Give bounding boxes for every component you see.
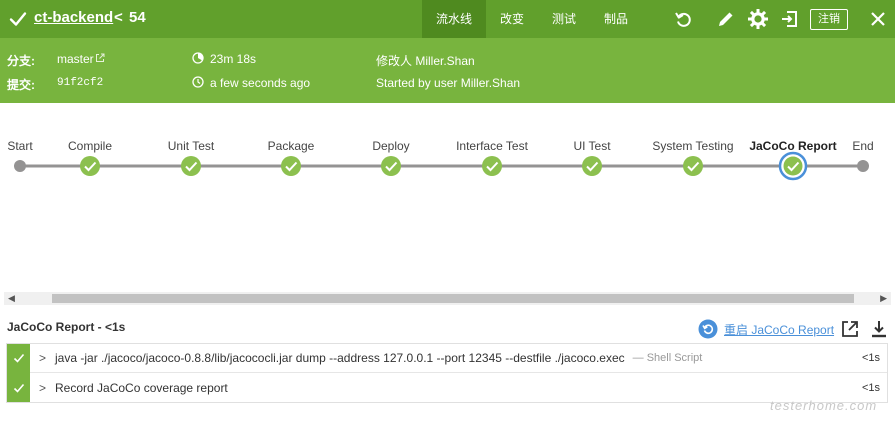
horizontal-scrollbar[interactable]: ◀ ▶ [4, 292, 891, 305]
restart-stage-button[interactable]: 重启 JaCoCo Report [698, 319, 834, 339]
tab-artifacts[interactable]: 制品 [590, 0, 642, 38]
clock-icon [192, 76, 204, 88]
header-tabs: 流水线 改变 测试 制品 [422, 0, 642, 38]
branch-value[interactable]: master [57, 52, 94, 66]
branch-label: 分支: [7, 54, 35, 68]
restart-label[interactable]: 重启 JaCoCo Report [724, 321, 834, 338]
rerun-icon[interactable] [673, 9, 693, 29]
step-type: — Shell Script [632, 352, 703, 364]
stage-node-interface-test[interactable] [482, 156, 502, 176]
external-link-icon[interactable] [95, 53, 105, 63]
success-check-icon [9, 12, 27, 26]
step-row[interactable]: > Record JaCoCo coverage report <1s [7, 373, 887, 402]
tab-pipeline[interactable]: 流水线 [422, 0, 487, 38]
scroll-left-arrow-icon[interactable]: ◀ [8, 293, 15, 304]
step-row[interactable]: > java -jar ./jacoco/jacoco-0.8.8/lib/ja… [7, 343, 887, 373]
stage-node-deploy[interactable] [381, 156, 401, 176]
step-duration: <1s [861, 381, 880, 394]
step-list: > java -jar ./jacoco/jacoco-0.8.8/lib/ja… [6, 343, 888, 403]
step-status-success [7, 343, 30, 373]
step-status-success [7, 373, 30, 402]
chevron-right-icon[interactable]: > [39, 351, 46, 365]
step-command: java -jar ./jacoco/jacoco-0.8.8/lib/jaco… [55, 351, 625, 365]
stage-node-jacoco-report-selected[interactable] [778, 151, 808, 181]
logout-button[interactable]: 注销 [810, 9, 848, 30]
download-icon[interactable] [870, 320, 888, 338]
watermark: testerhome.com [770, 398, 878, 413]
end-node [857, 160, 869, 172]
check-icon [13, 353, 24, 363]
duration-value: 23m 18s [210, 52, 257, 66]
time-ago: a few seconds ago [210, 76, 311, 90]
step-command: Record JaCoCo coverage report [55, 380, 228, 395]
started-by: Started by user Miller.Shan [376, 76, 521, 90]
tab-tests[interactable]: 测试 [538, 0, 590, 38]
run-info-bar: 分支: master 提交: 91f2cf2 23m 18s a few sec… [0, 38, 895, 103]
stage-node-package[interactable] [281, 156, 301, 176]
tab-changes[interactable]: 改变 [486, 0, 538, 38]
step-log-title: JaCoCo Report - <1s [7, 320, 126, 334]
settings-icon[interactable] [748, 9, 768, 29]
changes-by: 修改人 Miller.Shan [376, 54, 475, 68]
scrollbar-thumb[interactable] [52, 294, 854, 303]
stage-node-ui-test[interactable] [582, 156, 602, 176]
step-duration: <1s [861, 352, 880, 364]
commit-label: 提交: [7, 78, 35, 92]
open-in-new-window-icon[interactable] [841, 320, 859, 338]
edit-icon[interactable] [716, 9, 736, 29]
start-node [14, 160, 26, 172]
stage-node-system-testing[interactable] [683, 156, 703, 176]
stage-node-unit-test[interactable] [181, 156, 201, 176]
chevron-right-icon[interactable]: > [39, 381, 46, 395]
pipeline-svg [14, 151, 869, 181]
top-bar: ct-backend < 54 流水线 改变 测试 制品 注销 [0, 0, 895, 38]
scroll-right-arrow-icon[interactable]: ▶ [880, 293, 887, 304]
duration-icon [192, 52, 204, 64]
chevron-left-icon: < [114, 9, 123, 26]
stage-node-compile[interactable] [80, 156, 100, 176]
close-icon[interactable] [868, 9, 888, 29]
exit-icon[interactable] [780, 9, 800, 29]
pipeline-graph: Start Compile Unit Test Package Deploy I… [0, 103, 895, 288]
run-number: 54 [129, 9, 146, 26]
commit-value[interactable]: 91f2cf2 [57, 77, 103, 89]
check-icon [13, 383, 24, 393]
job-name-link[interactable]: ct-backend [34, 9, 113, 26]
restart-icon [698, 319, 718, 339]
